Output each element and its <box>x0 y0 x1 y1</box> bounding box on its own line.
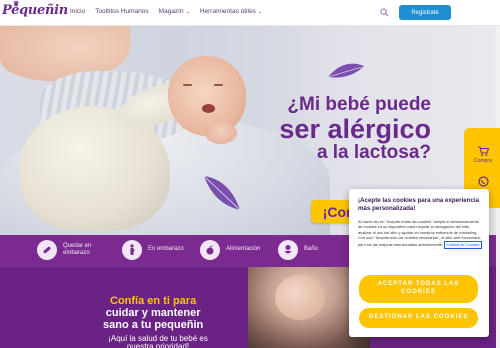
chevron-down-icon: ⌄ <box>185 9 190 15</box>
feather-icon <box>327 63 364 78</box>
cookie-title: ¡Acepte las cookies para una experiencia… <box>358 197 480 212</box>
main-nav: Inicio Tooltitos Humanos Magazín ⌄ Herram… <box>70 8 262 15</box>
promo-tagline-3: sano a tu pequeñin <box>103 319 204 332</box>
baby-eye <box>183 84 192 86</box>
category-label: Baño <box>304 246 319 253</box>
category-label: Quedar en embarazo <box>63 242 92 256</box>
side-item-whatsapp[interactable] <box>470 176 496 189</box>
register-button[interactable]: Registrate <box>399 5 451 20</box>
cart-icon <box>477 146 489 156</box>
baby-mouth <box>202 104 215 113</box>
apple-icon <box>200 240 220 260</box>
hero-line-3: a la lactosa? <box>316 142 431 164</box>
chevron-down-icon: ⌄ <box>257 9 263 15</box>
manage-cookies-button[interactable]: GESTIONAR LAS COOKIES <box>359 308 478 328</box>
accept-all-cookies-button[interactable]: ACEPTAR TODAS LAS COOKIES <box>359 275 478 303</box>
search-icon[interactable] <box>380 8 389 17</box>
promo-tagline-2: cuidar y mantener <box>105 307 201 320</box>
category-bano[interactable]: Baño <box>278 240 318 260</box>
promo-tagline-1: Confía en ti para <box>110 295 197 307</box>
crown-icon: ♛ <box>13 0 19 8</box>
nav-item-tooltitos[interactable]: Tooltitos Humanos <box>95 8 148 15</box>
whatsapp-icon <box>477 176 489 187</box>
site-header: ♛ Pequeñin Inicio Tooltitos Humanos Maga… <box>0 0 500 26</box>
hero-line-1: ¿Mi bebé puede <box>287 94 431 115</box>
test-icon <box>37 240 57 260</box>
cookie-policy-link[interactable]: Política de Cookies <box>444 241 482 249</box>
promo-subtitle: ¡Aquí la salud de tu bebé es nuestra pri… <box>108 334 208 348</box>
hero-headline: ¿Mi bebé puede ser alérgico a la lactosa… <box>279 95 431 163</box>
category-en-embarazo[interactable]: En embarazo <box>122 240 184 260</box>
side-item-compra-label: Compra <box>474 158 492 164</box>
category-alimentacion[interactable]: Alimentación <box>200 240 260 260</box>
category-quedar-embarazo[interactable]: Quedar en embarazo <box>37 240 107 260</box>
side-item-compra[interactable]: Compra <box>470 146 496 164</box>
nav-item-magazin-label: Magazín <box>158 8 184 15</box>
nav-item-magazin[interactable]: Magazín ⌄ <box>159 8 190 15</box>
category-label: En embarazo <box>148 246 184 253</box>
nav-item-herramientas-label: Herramientas útiles <box>199 8 256 15</box>
nav-item-inicio[interactable]: Inicio <box>70 8 85 15</box>
cookie-consent-dialog: ¡Acepte las cookies para una experiencia… <box>349 189 489 337</box>
baby-eye <box>214 84 223 86</box>
mother-baby-photo <box>275 275 325 320</box>
baby-bath-icon <box>278 240 298 260</box>
baby-hand-image <box>205 122 237 144</box>
pregnant-icon <box>122 240 142 260</box>
category-label: Alimentación <box>226 246 261 253</box>
crying-baby-image <box>168 56 246 136</box>
feather-icon <box>203 175 241 211</box>
logo-text: Pequeñin <box>2 3 68 18</box>
cookie-body: Al hacer clic en "Aceptar todas las cook… <box>358 219 482 249</box>
logo[interactable]: ♛ Pequeñin <box>2 0 68 18</box>
hero-line-2: ser alérgico <box>279 113 431 144</box>
nav-item-herramientas[interactable]: Herramientas útiles ⌄ <box>200 8 262 15</box>
promo-tagline: Confía en ti para cuidar y mantener sano… <box>103 295 203 331</box>
